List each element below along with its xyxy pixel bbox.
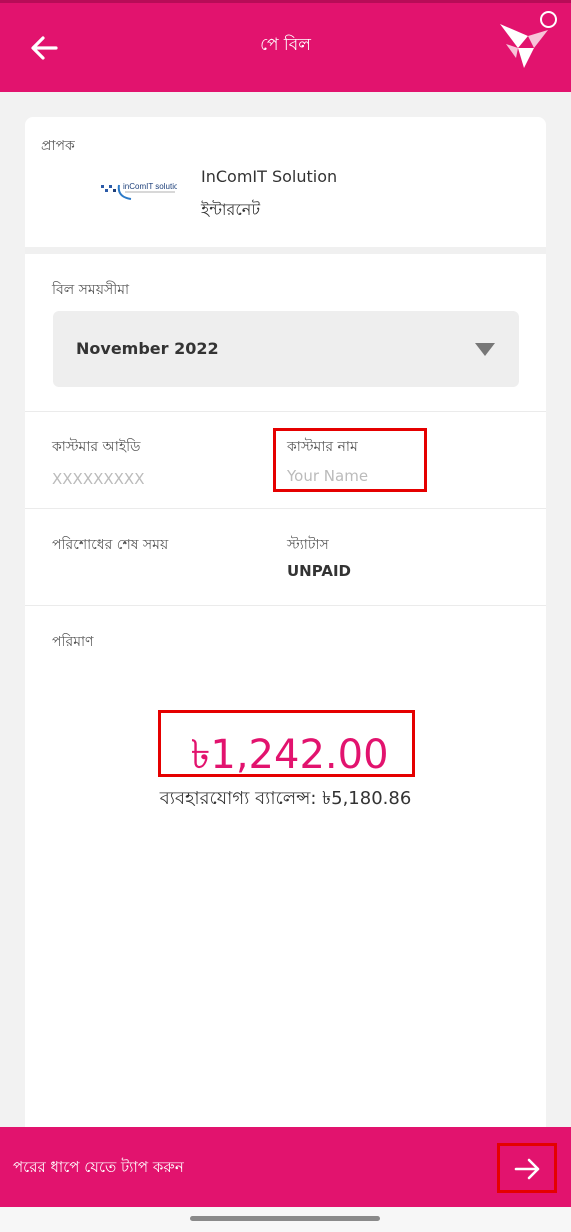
divider [25, 411, 546, 412]
recipient-label: প্রাপক [41, 138, 75, 154]
divider [25, 605, 546, 606]
header-accent-line [0, 0, 571, 3]
status-dot-icon [540, 11, 557, 28]
app-header: পে বিল [0, 0, 571, 92]
due-date-label: পরিশোধের শেষ সময় [52, 537, 169, 553]
status-badge: UNPAID [287, 562, 351, 580]
merchant-logo: inComIT solution [101, 182, 177, 200]
amount-label: পরিমাণ [52, 634, 94, 650]
billing-period-value: November 2022 [76, 339, 219, 358]
merchant-name: InComIT Solution [201, 167, 338, 186]
status-label: স্ট্যাটাস [287, 537, 329, 553]
merchant-logo-text: inComIT solution [123, 182, 177, 191]
home-indicator[interactable] [190, 1216, 380, 1221]
available-balance: ব্যবহারযোগ্য ব্যালেন্স: ৳5,180.86 [159, 788, 412, 809]
billing-period-label: বিল সময়সীমা [52, 282, 130, 298]
bill-card: প্রাপক inComIT solution InComIT Solution… [25, 117, 546, 1147]
billing-period-select[interactable]: November 2022 [53, 311, 519, 387]
customer-id-label: কাস্টমার আইডি [52, 439, 141, 455]
divider [25, 508, 546, 509]
amount-value: ৳1,242.00 [190, 732, 389, 778]
triangle-down-icon [475, 343, 495, 356]
page-title: পে বিল [260, 35, 311, 55]
customer-name-value: Your Name [287, 467, 369, 485]
next-step-text: পরের ধাপে যেতে ট্যাপ করুন [13, 1158, 184, 1176]
next-button[interactable] [497, 1143, 557, 1193]
amount-highlight[interactable]: ৳1,242.00 [158, 710, 415, 778]
merchant-type: ইন্টারনেট [201, 200, 261, 219]
customer-id-value: XXXXXXXXX [52, 470, 145, 488]
customer-name-label: কাস্টমার নাম [287, 439, 358, 455]
section-divider [25, 247, 546, 254]
arrow-right-icon [514, 1158, 540, 1180]
next-step-bar[interactable]: পরের ধাপে যেতে ট্যাপ করুন [0, 1127, 571, 1207]
